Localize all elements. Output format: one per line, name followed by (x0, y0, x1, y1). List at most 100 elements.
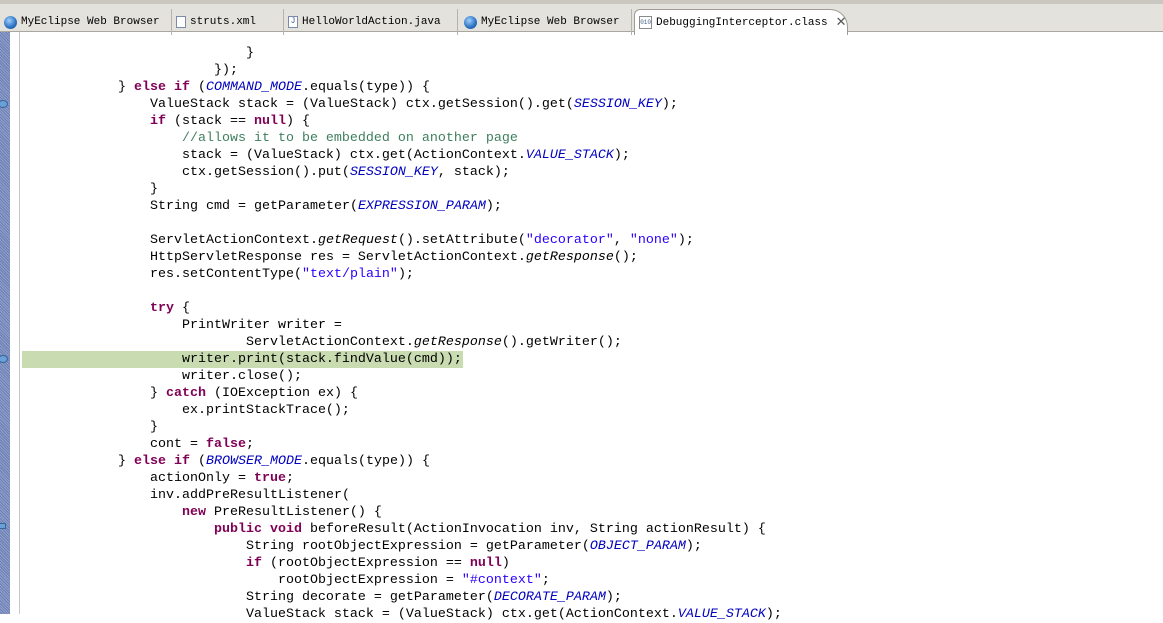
tab-label: MyEclipse Web Browser (21, 16, 160, 28)
code-text: } (149, 182, 158, 197)
code-text: ) { (285, 114, 310, 129)
tab-label: MyEclipse Web Browser (481, 16, 620, 28)
tab-struts-xml[interactable]: struts.xml (172, 9, 284, 35)
code-text: String rootObjectExpression = getParamet… (245, 539, 590, 554)
code-line[interactable]: ServletActionContext.getRequest().setAtt… (22, 232, 694, 249)
static-field: DECORATE_PARAM (493, 590, 606, 605)
code-text: String decorate = getParameter( (245, 590, 494, 605)
java-file-icon: J (288, 16, 298, 28)
code-line[interactable]: PrintWriter writer = (22, 317, 342, 334)
code-text: , (613, 233, 630, 248)
static-field: BROWSER_MODE (205, 454, 302, 469)
code-text: writer.print(stack.findValue(cmd)); (181, 352, 462, 367)
string-literal: "#context" (461, 573, 542, 588)
code-line[interactable]: public void beforeResult(ActionInvocatio… (22, 521, 766, 538)
globe-icon (464, 15, 477, 29)
current-debug-line[interactable]: writer.print(stack.findValue(cmd)); (22, 351, 463, 368)
code-line[interactable]: ValueStack stack = (ValueStack) ctx.getS… (22, 96, 678, 113)
globe-icon (4, 15, 17, 29)
keyword: true (253, 471, 286, 486)
code-text: cont = (149, 437, 206, 452)
code-line[interactable]: try { (22, 300, 190, 317)
code-text: (stack == (165, 114, 254, 129)
static-field: SESSION_KEY (573, 97, 662, 112)
code-line[interactable]: new PreResultListener() { (22, 504, 382, 521)
code-line[interactable]: ServletActionContext.getResponse().getWr… (22, 334, 622, 351)
code-text: ; (245, 437, 254, 452)
code-line[interactable]: ex.printStackTrace(); (22, 402, 350, 419)
tab-label: struts.xml (190, 16, 257, 28)
code-line[interactable]: HttpServletResponse res = ServletActionC… (22, 249, 638, 266)
code-line[interactable]: }); (22, 62, 238, 79)
keyword: null (253, 114, 286, 129)
class-file-icon: 010 (639, 16, 652, 29)
code-text: } (149, 420, 158, 435)
keyword: else if (133, 80, 190, 95)
code-editor[interactable]: } }); } else if (COMMAND_MODE.equals(typ… (22, 45, 1163, 622)
code-text: } (117, 454, 134, 469)
code-text: ); (613, 148, 630, 163)
code-text: ); (485, 199, 502, 214)
tab-helloworldaction-java[interactable]: J HelloWorldAction.java (284, 9, 458, 35)
code-line[interactable]: stack = (ValueStack) ctx.get(ActionConte… (22, 147, 630, 164)
code-text: ().getWriter(); (501, 335, 622, 350)
code-line[interactable]: ctx.getSession().put(SESSION_KEY, stack)… (22, 164, 510, 181)
code-line[interactable]: String rootObjectExpression = getParamet… (22, 538, 702, 555)
code-line[interactable]: } (22, 419, 158, 436)
code-text: ); (685, 539, 702, 554)
code-line[interactable]: if (rootObjectExpression == null) (22, 555, 510, 572)
keyword: false (205, 437, 246, 452)
tab-debugginginterceptor-class[interactable]: 010 DebuggingInterceptor.class ✕ (634, 9, 848, 35)
code-line[interactable]: } (22, 181, 158, 198)
code-text: ); (605, 590, 622, 605)
static-method: getResponse (413, 335, 502, 350)
code-line[interactable]: String decorate = getParameter(DECORATE_… (22, 589, 622, 606)
code-line[interactable]: rootObjectExpression = "#context"; (22, 572, 550, 589)
code-text: ctx.getSession().put( (181, 165, 350, 180)
editor-gutter (10, 32, 20, 614)
code-text: ServletActionContext. (245, 335, 414, 350)
code-text: ); (677, 233, 694, 248)
annotation-ruler[interactable] (0, 32, 10, 614)
code-text: (IOException ex) { (205, 386, 358, 401)
code-text: ; (541, 573, 550, 588)
code-line[interactable]: //allows it to be embedded on another pa… (22, 130, 518, 147)
static-method: getRequest (317, 233, 398, 248)
code-line[interactable]: } (22, 45, 254, 62)
code-text: ValueStack stack = (ValueStack) ctx.get(… (245, 607, 678, 622)
code-text: PreResultListener() { (205, 505, 382, 520)
code-text: }); (213, 63, 238, 78)
code-line[interactable]: cont = false; (22, 436, 254, 453)
fold-marker-icon[interactable] (0, 523, 6, 529)
tab-web-browser-1[interactable]: MyEclipse Web Browser (0, 9, 172, 35)
code-line[interactable]: writer.close(); (22, 368, 302, 385)
static-field: SESSION_KEY (349, 165, 438, 180)
close-tab-icon[interactable]: ✕ (836, 15, 847, 30)
code-line[interactable]: inv.addPreResultListener( (22, 487, 350, 504)
code-text: String cmd = getParameter( (149, 199, 358, 214)
code-line[interactable]: String cmd = getParameter(EXPRESSION_PAR… (22, 198, 502, 215)
code-text: ( (189, 80, 206, 95)
code-text: ); (765, 607, 782, 622)
code-line[interactable]: actionOnly = true; (22, 470, 294, 487)
code-line[interactable]: } catch (IOException ex) { (22, 385, 358, 402)
code-line[interactable]: res.setContentType("text/plain"); (22, 266, 414, 283)
code-text: ) (501, 556, 510, 571)
static-field: VALUE_STACK (525, 148, 614, 163)
code-line[interactable]: ValueStack stack = (ValueStack) ctx.get(… (22, 606, 782, 623)
code-line[interactable]: } else if (COMMAND_MODE.equals(type)) { (22, 79, 430, 96)
code-line[interactable]: } else if (BROWSER_MODE.equals(type)) { (22, 453, 430, 470)
code-text: ServletActionContext. (149, 233, 318, 248)
keyword: public void (213, 522, 302, 537)
code-text: (); (613, 250, 638, 265)
code-text: ( (189, 454, 206, 469)
code-text: HttpServletResponse res = ServletActionC… (149, 250, 526, 265)
code-text: ); (397, 267, 414, 282)
debug-marker-icon[interactable] (0, 355, 8, 363)
code-line[interactable]: if (stack == null) { (22, 113, 310, 130)
tab-web-browser-2[interactable]: MyEclipse Web Browser (460, 9, 632, 35)
search-marker-icon[interactable] (0, 100, 8, 108)
string-literal: "decorator" (525, 233, 614, 248)
keyword: null (469, 556, 502, 571)
code-text: } (245, 46, 254, 61)
